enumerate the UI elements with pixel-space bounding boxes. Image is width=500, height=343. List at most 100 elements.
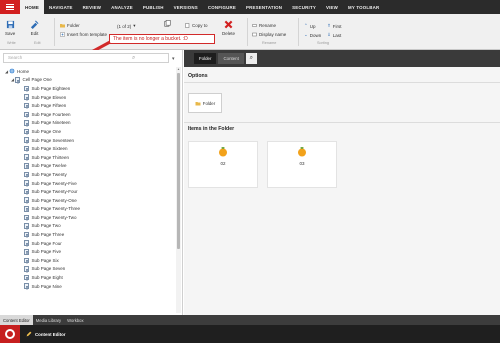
sort-down-item[interactable]: ⌄ Down xyxy=(304,32,321,38)
sort-first-label: First xyxy=(332,23,342,29)
tree-item-sub-page[interactable]: Sub Page One xyxy=(0,127,176,136)
tab-folder[interactable]: Folder xyxy=(194,53,217,64)
home-icon xyxy=(9,68,15,74)
ribbon-separator xyxy=(298,18,299,46)
tree-item-sub-page[interactable]: Sub Page Eleven xyxy=(0,93,176,102)
tab-presentation[interactable]: PRESENTATION xyxy=(241,0,287,14)
edit-button[interactable]: Edit xyxy=(30,20,39,36)
page-icon xyxy=(24,85,29,92)
tree-item-sub-page[interactable]: Sub Page Three xyxy=(0,230,176,239)
insert-from-template-label: Insert from template xyxy=(67,32,108,37)
tree-search-input[interactable]: Search xyxy=(3,53,169,63)
tab-review[interactable]: REVIEW xyxy=(78,0,107,14)
rename-item[interactable]: Rename xyxy=(252,23,276,28)
sort-last-item[interactable]: ⇓ Last xyxy=(327,32,341,38)
tree-item-cell-page-one[interactable]: ◢ Cell Page One xyxy=(0,76,176,85)
rename-label: Rename xyxy=(259,23,277,28)
save-icon xyxy=(6,20,14,29)
tree-item-label: Cell Page One xyxy=(22,77,52,83)
tab-home[interactable]: HOME xyxy=(20,0,44,14)
copy-to-button[interactable] xyxy=(164,20,173,27)
top-navigation-bar: HOME NAVIGATE REVIEW ANALYZE PUBLISH VER… xyxy=(0,0,500,14)
page-icon xyxy=(24,128,29,135)
tree-item-label: Sub Page Twenty-Three xyxy=(31,206,80,212)
taskbar-item-label: Content Editor xyxy=(35,331,66,337)
search-icon[interactable]: ⌕ xyxy=(245,53,257,64)
start-button[interactable] xyxy=(0,325,20,343)
tree-item-sub-page[interactable]: Sub Page Twenty-One xyxy=(0,196,176,205)
tab-analyze[interactable]: ANALYZE xyxy=(106,0,138,14)
tree-item-sub-page[interactable]: Sub Page Two xyxy=(0,222,176,231)
delete-button[interactable]: Delete xyxy=(222,20,235,36)
tab-my-toolbar[interactable]: MY TOOLBAR xyxy=(343,0,384,14)
save-button[interactable]: Save xyxy=(5,20,15,36)
tab-navigate[interactable]: NAVIGATE xyxy=(44,0,78,14)
tree-item-sub-page[interactable]: Sub Page Twenty-Five xyxy=(0,179,176,188)
tree-item-sub-page[interactable]: Sub Page Fourteen xyxy=(0,110,176,119)
chevron-down-icon[interactable]: ▾ xyxy=(172,56,175,62)
tree-item-label: Sub Page Twenty-Five xyxy=(31,180,77,186)
tree-item-sub-page[interactable]: Sub Page Twenty-Two xyxy=(0,213,176,222)
insert-folder-label: Folder xyxy=(67,23,80,28)
tab-security[interactable]: SECURITY xyxy=(287,0,321,14)
tree-item-sub-page[interactable]: Sub Page Nine xyxy=(0,282,176,291)
tree-item-label: Sub Page Three xyxy=(31,232,65,238)
tab-content-editor[interactable]: Content Editor xyxy=(0,315,33,325)
tree-item-sub-page[interactable]: Sub Page Sixteen xyxy=(0,144,176,153)
tree-item-sub-page[interactable]: Sub Page Thirteen xyxy=(0,153,176,162)
tree-item-sub-page[interactable]: Sub Page Eighteen xyxy=(0,84,176,93)
tree-item-sub-page[interactable]: Sub Page Six xyxy=(0,256,176,265)
copy-to-icon xyxy=(185,23,190,28)
tree-item-sub-page[interactable]: Sub Page Seven xyxy=(0,265,176,274)
tree-item-sub-page[interactable]: Sub Page Four xyxy=(0,239,176,248)
tree-item-sub-page[interactable]: Sub Page Twenty-Three xyxy=(0,205,176,214)
page-icon xyxy=(24,111,29,118)
folder-item-card[interactable]: 03 xyxy=(267,141,337,188)
copy-to-item[interactable]: Copy to xyxy=(185,23,208,28)
scroll-up-icon[interactable]: ▲ xyxy=(176,67,181,71)
insert-from-template-item[interactable]: Insert from template xyxy=(60,32,107,37)
tree-item-sub-page[interactable]: Sub Page Fifteen xyxy=(0,101,176,110)
insert-pager-label: (1 of 2) xyxy=(117,23,132,29)
tree-item-label: Sub Page Thirteen xyxy=(31,154,69,160)
group-label-write: Write xyxy=(7,41,16,45)
tree-item-sub-page[interactable]: Sub Page Five xyxy=(0,247,176,256)
sort-up-item[interactable]: ⌃ Up xyxy=(304,23,316,29)
tab-versions[interactable]: VERSIONS xyxy=(169,0,203,14)
tree-item-label: Sub Page Twelve xyxy=(31,163,67,169)
hamburger-menu-icon[interactable] xyxy=(0,0,20,14)
insert-folder-button[interactable]: Folder xyxy=(188,93,222,113)
folder-item-card[interactable]: 02 xyxy=(188,141,258,188)
save-label: Save xyxy=(5,31,16,36)
insert-folder-item[interactable]: Folder xyxy=(60,23,80,28)
tree-item-sub-page[interactable]: Sub Page Twenty-Four xyxy=(0,187,176,196)
item-icon xyxy=(219,147,227,157)
tree-scrollbar[interactable]: ▲ xyxy=(176,67,181,313)
insert-pager[interactable]: (1 of 2) ▾ xyxy=(117,23,136,29)
tree-item-sub-page[interactable]: Sub Page Twenty xyxy=(0,170,176,179)
display-name-item[interactable]: Display name xyxy=(252,32,286,37)
taskbar-item-content-editor[interactable]: Content Editor xyxy=(26,331,66,337)
divider xyxy=(184,82,500,83)
tab-publish[interactable]: PUBLISH xyxy=(138,0,169,14)
page-icon xyxy=(24,145,29,152)
tree-item-label: Sub Page Twenty-Two xyxy=(31,214,77,220)
page-icon xyxy=(24,94,29,100)
tab-view[interactable]: VIEW xyxy=(321,0,343,14)
sort-first-item[interactable]: ⇑ First xyxy=(327,23,342,29)
group-label-sorting: Sorting xyxy=(317,41,330,45)
tree-item-home[interactable]: ◢ Home xyxy=(0,67,176,76)
tree-item-sub-page[interactable]: Sub Page Seventeen xyxy=(0,136,176,145)
tab-workbox[interactable]: Workbox xyxy=(64,315,86,325)
tab-configure[interactable]: CONFIGURE xyxy=(203,0,241,14)
editor-tabs: Folder Content ⌕ xyxy=(184,50,500,67)
tab-media-library[interactable]: Media Library xyxy=(33,315,64,325)
tab-content[interactable]: Content xyxy=(218,53,244,64)
tree-item-sub-page[interactable]: Sub Page Twelve xyxy=(0,162,176,171)
tree-item-sub-page[interactable]: Sub Page Eight xyxy=(0,273,176,282)
page-icon xyxy=(24,163,29,169)
tree-item-sub-page[interactable]: Sub Page Nineteen xyxy=(0,119,176,128)
search-icon[interactable]: ⌕ xyxy=(132,55,135,62)
scrollbar-thumb[interactable] xyxy=(177,73,180,249)
page-icon xyxy=(24,257,29,264)
